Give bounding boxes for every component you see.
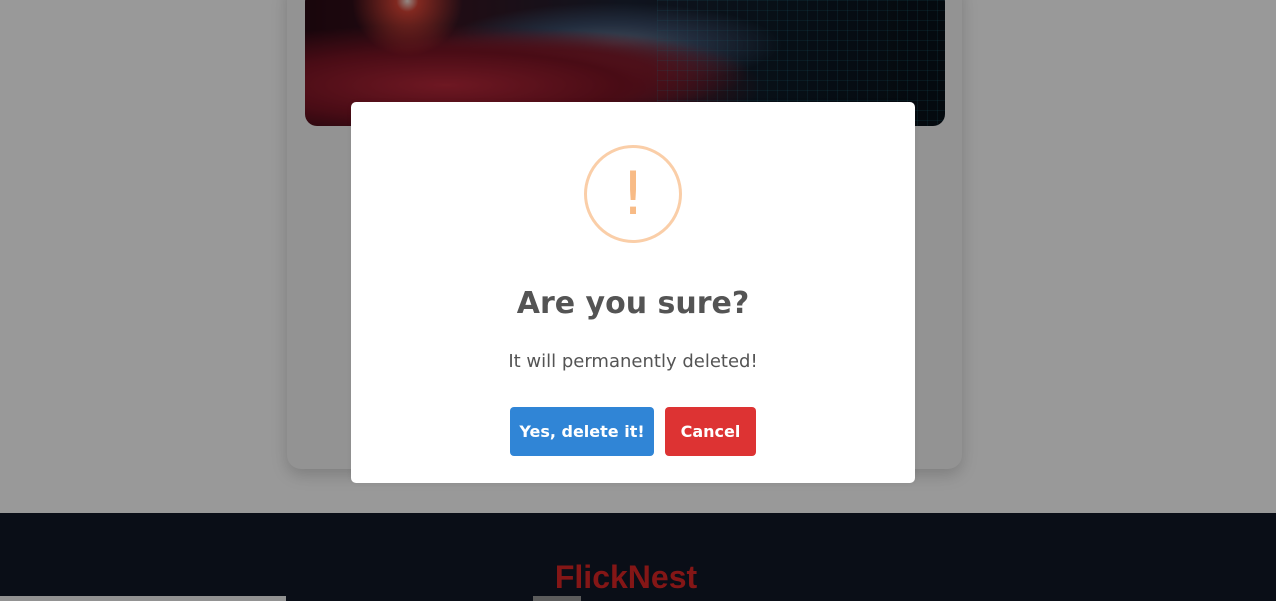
confirm-delete-dialog: ! Are you sure? It will permanently dele…	[351, 102, 915, 483]
dialog-message: It will permanently deleted!	[508, 351, 758, 372]
warning-exclamation-icon: !	[584, 145, 682, 243]
page: FlickNest ! Are you sure? It will perman…	[0, 0, 1276, 601]
confirm-delete-button[interactable]: Yes, delete it!	[510, 407, 654, 456]
cancel-button[interactable]: Cancel	[665, 407, 756, 456]
dialog-title: Are you sure?	[516, 286, 750, 321]
